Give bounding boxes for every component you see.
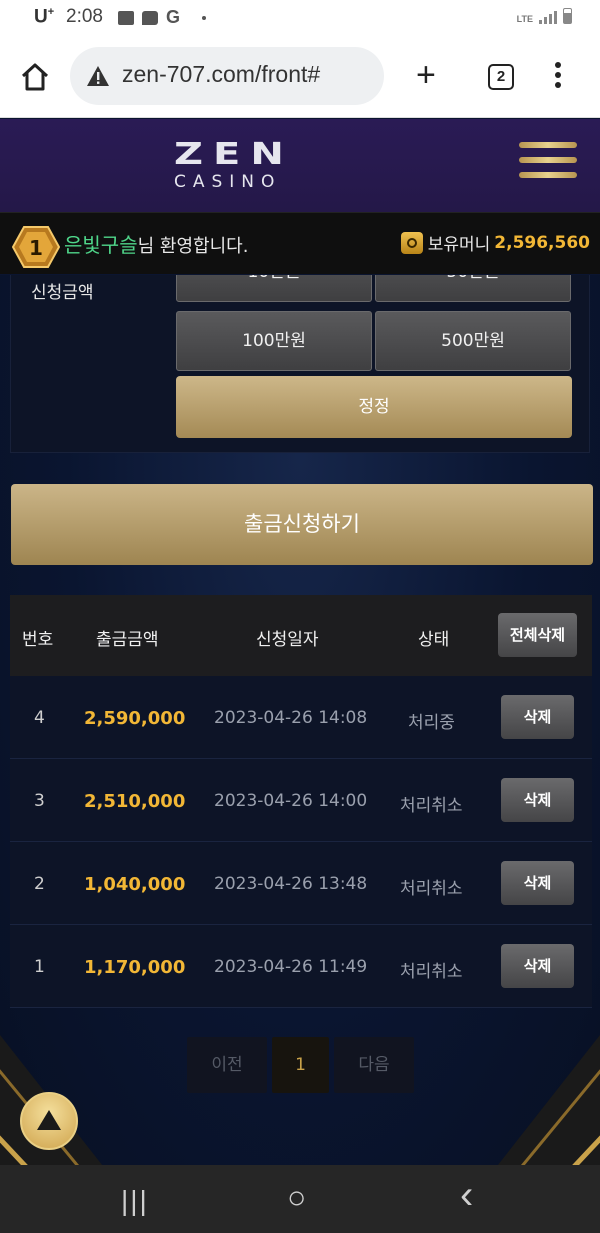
row-amount: 1,040,000 — [84, 874, 186, 895]
system-icons: LTE — [517, 8, 572, 24]
row-date: 2023-04-26 11:49 — [214, 957, 368, 977]
image-icon — [118, 10, 134, 25]
address-bar[interactable]: zen-707.com/front# — [70, 47, 384, 105]
more-menu-icon[interactable] — [554, 62, 562, 92]
table-row: 3 2,510,000 2023-04-26 14:00 처리취소 삭제 — [10, 759, 592, 842]
battery-icon — [563, 8, 572, 24]
row-date: 2023-04-26 14:08 — [214, 708, 368, 728]
header-date: 신청일자 — [256, 630, 319, 650]
row-date: 2023-04-26 13:48 — [214, 874, 368, 894]
home-icon[interactable] — [20, 62, 50, 92]
signal-icon — [539, 10, 557, 24]
table-header: 번호 출금금액 신청일자 상태 전체삭제 — [10, 595, 592, 676]
delete-button[interactable]: 삭제 — [501, 944, 574, 988]
row-amount: 2,510,000 — [84, 791, 186, 812]
zen-casino-logo[interactable]: ZEN CASINO — [174, 139, 322, 209]
welcome-bar: 1 은빛구슬님 환영합니다. 보유머니 2,596,560 — [0, 212, 600, 274]
user-nickname: 은빛구슬 — [64, 233, 138, 257]
header-amount: 출금금액 — [96, 630, 159, 650]
row-amount: 1,170,000 — [84, 957, 186, 978]
tab-switcher-button[interactable]: 2 — [488, 64, 514, 90]
back-button[interactable]: ‹ — [460, 1173, 473, 1218]
delete-button[interactable]: 삭제 — [501, 861, 574, 905]
recent-apps-button[interactable]: ||| — [121, 1185, 149, 1217]
android-navigation-bar: ||| ○ ‹ — [0, 1165, 600, 1233]
row-date: 2023-04-26 14:00 — [214, 791, 368, 811]
main-content: 신청금액 10만원 50만원 100만원 500만원 정정 출금신청하기 번호 … — [0, 275, 600, 1165]
site-header: ZEN CASINO — [0, 119, 600, 212]
network-type: LTE — [516, 14, 533, 24]
level-badge-icon: 1 — [12, 226, 60, 268]
notification-icons: G — [118, 7, 207, 28]
row-no: 4 — [34, 708, 45, 728]
row-status: 처리취소 — [400, 796, 463, 816]
delete-all-button[interactable]: 전체삭제 — [498, 613, 577, 657]
message-icon — [142, 10, 158, 25]
row-status: 처리취소 — [400, 962, 463, 982]
carrier-label: U+ — [34, 6, 55, 28]
status-bar: U+ 2:08 G LTE — [0, 0, 600, 36]
amount-button-100[interactable]: 100만원 — [176, 311, 372, 371]
row-no: 3 — [34, 791, 45, 811]
delete-button[interactable]: 삭제 — [501, 695, 574, 739]
screen: U+ 2:08 G LTE zen-707.com/front# + 2 ZEN… — [0, 0, 600, 1233]
row-amount: 2,590,000 — [84, 708, 186, 729]
row-no: 2 — [34, 874, 45, 894]
clock: 2:08 — [66, 6, 103, 27]
new-tab-button[interactable]: + — [416, 58, 436, 92]
request-amount-panel: 신청금액 10만원 50만원 100만원 500만원 정정 — [10, 275, 590, 453]
safe-icon — [400, 231, 423, 254]
withdraw-history-table: 번호 출금금액 신청일자 상태 전체삭제 4 2,590,000 2023-04… — [10, 595, 592, 1008]
row-status: 처리취소 — [400, 879, 463, 899]
withdraw-request-button[interactable]: 출금신청하기 — [11, 484, 593, 565]
warning-icon[interactable] — [86, 65, 110, 87]
gold-frame-decoration-right — [497, 1035, 600, 1165]
welcome-message: 은빛구슬님 환영합니다. — [64, 229, 248, 258]
table-row: 1 1,170,000 2023-04-26 11:49 처리취소 삭제 — [10, 925, 592, 1008]
header-no: 번호 — [22, 630, 54, 650]
url-text[interactable]: zen-707.com/front# — [122, 61, 320, 88]
home-button[interactable]: ○ — [287, 1179, 306, 1216]
google-icon: G — [166, 7, 181, 27]
amount-button-500[interactable]: 500만원 — [375, 311, 571, 371]
header-status: 상태 — [418, 630, 450, 650]
table-row: 2 1,040,000 2023-04-26 13:48 처리취소 삭제 — [10, 842, 592, 925]
delete-button[interactable]: 삭제 — [501, 778, 574, 822]
hamburger-menu-icon[interactable] — [519, 142, 577, 180]
amount-button-10[interactable]: 10만원 — [176, 275, 372, 302]
row-no: 1 — [34, 957, 45, 977]
pagination-prev[interactable]: 이전 — [187, 1037, 267, 1093]
browser-toolbar: zen-707.com/front# + 2 — [0, 36, 600, 118]
balance-label: 보유머니 — [427, 235, 491, 255]
greeting-text: 님 환영합니다. — [137, 236, 249, 257]
pagination-current-page[interactable]: 1 — [272, 1037, 329, 1093]
balance-display: 보유머니 2,596,560 — [400, 230, 590, 255]
row-status: 처리중 — [408, 713, 455, 733]
svg-text:1: 1 — [29, 236, 43, 260]
more-notifications-icon — [202, 15, 207, 20]
reset-button[interactable]: 정정 — [176, 376, 572, 438]
request-amount-label: 신청금액 — [31, 283, 94, 303]
balance-value: 2,596,560 — [494, 232, 590, 253]
scroll-to-top-button[interactable] — [20, 1092, 78, 1150]
table-row: 4 2,590,000 2023-04-26 14:08 처리중 삭제 — [10, 676, 592, 759]
pagination-next[interactable]: 다음 — [334, 1037, 414, 1093]
amount-button-50[interactable]: 50만원 — [375, 275, 571, 302]
